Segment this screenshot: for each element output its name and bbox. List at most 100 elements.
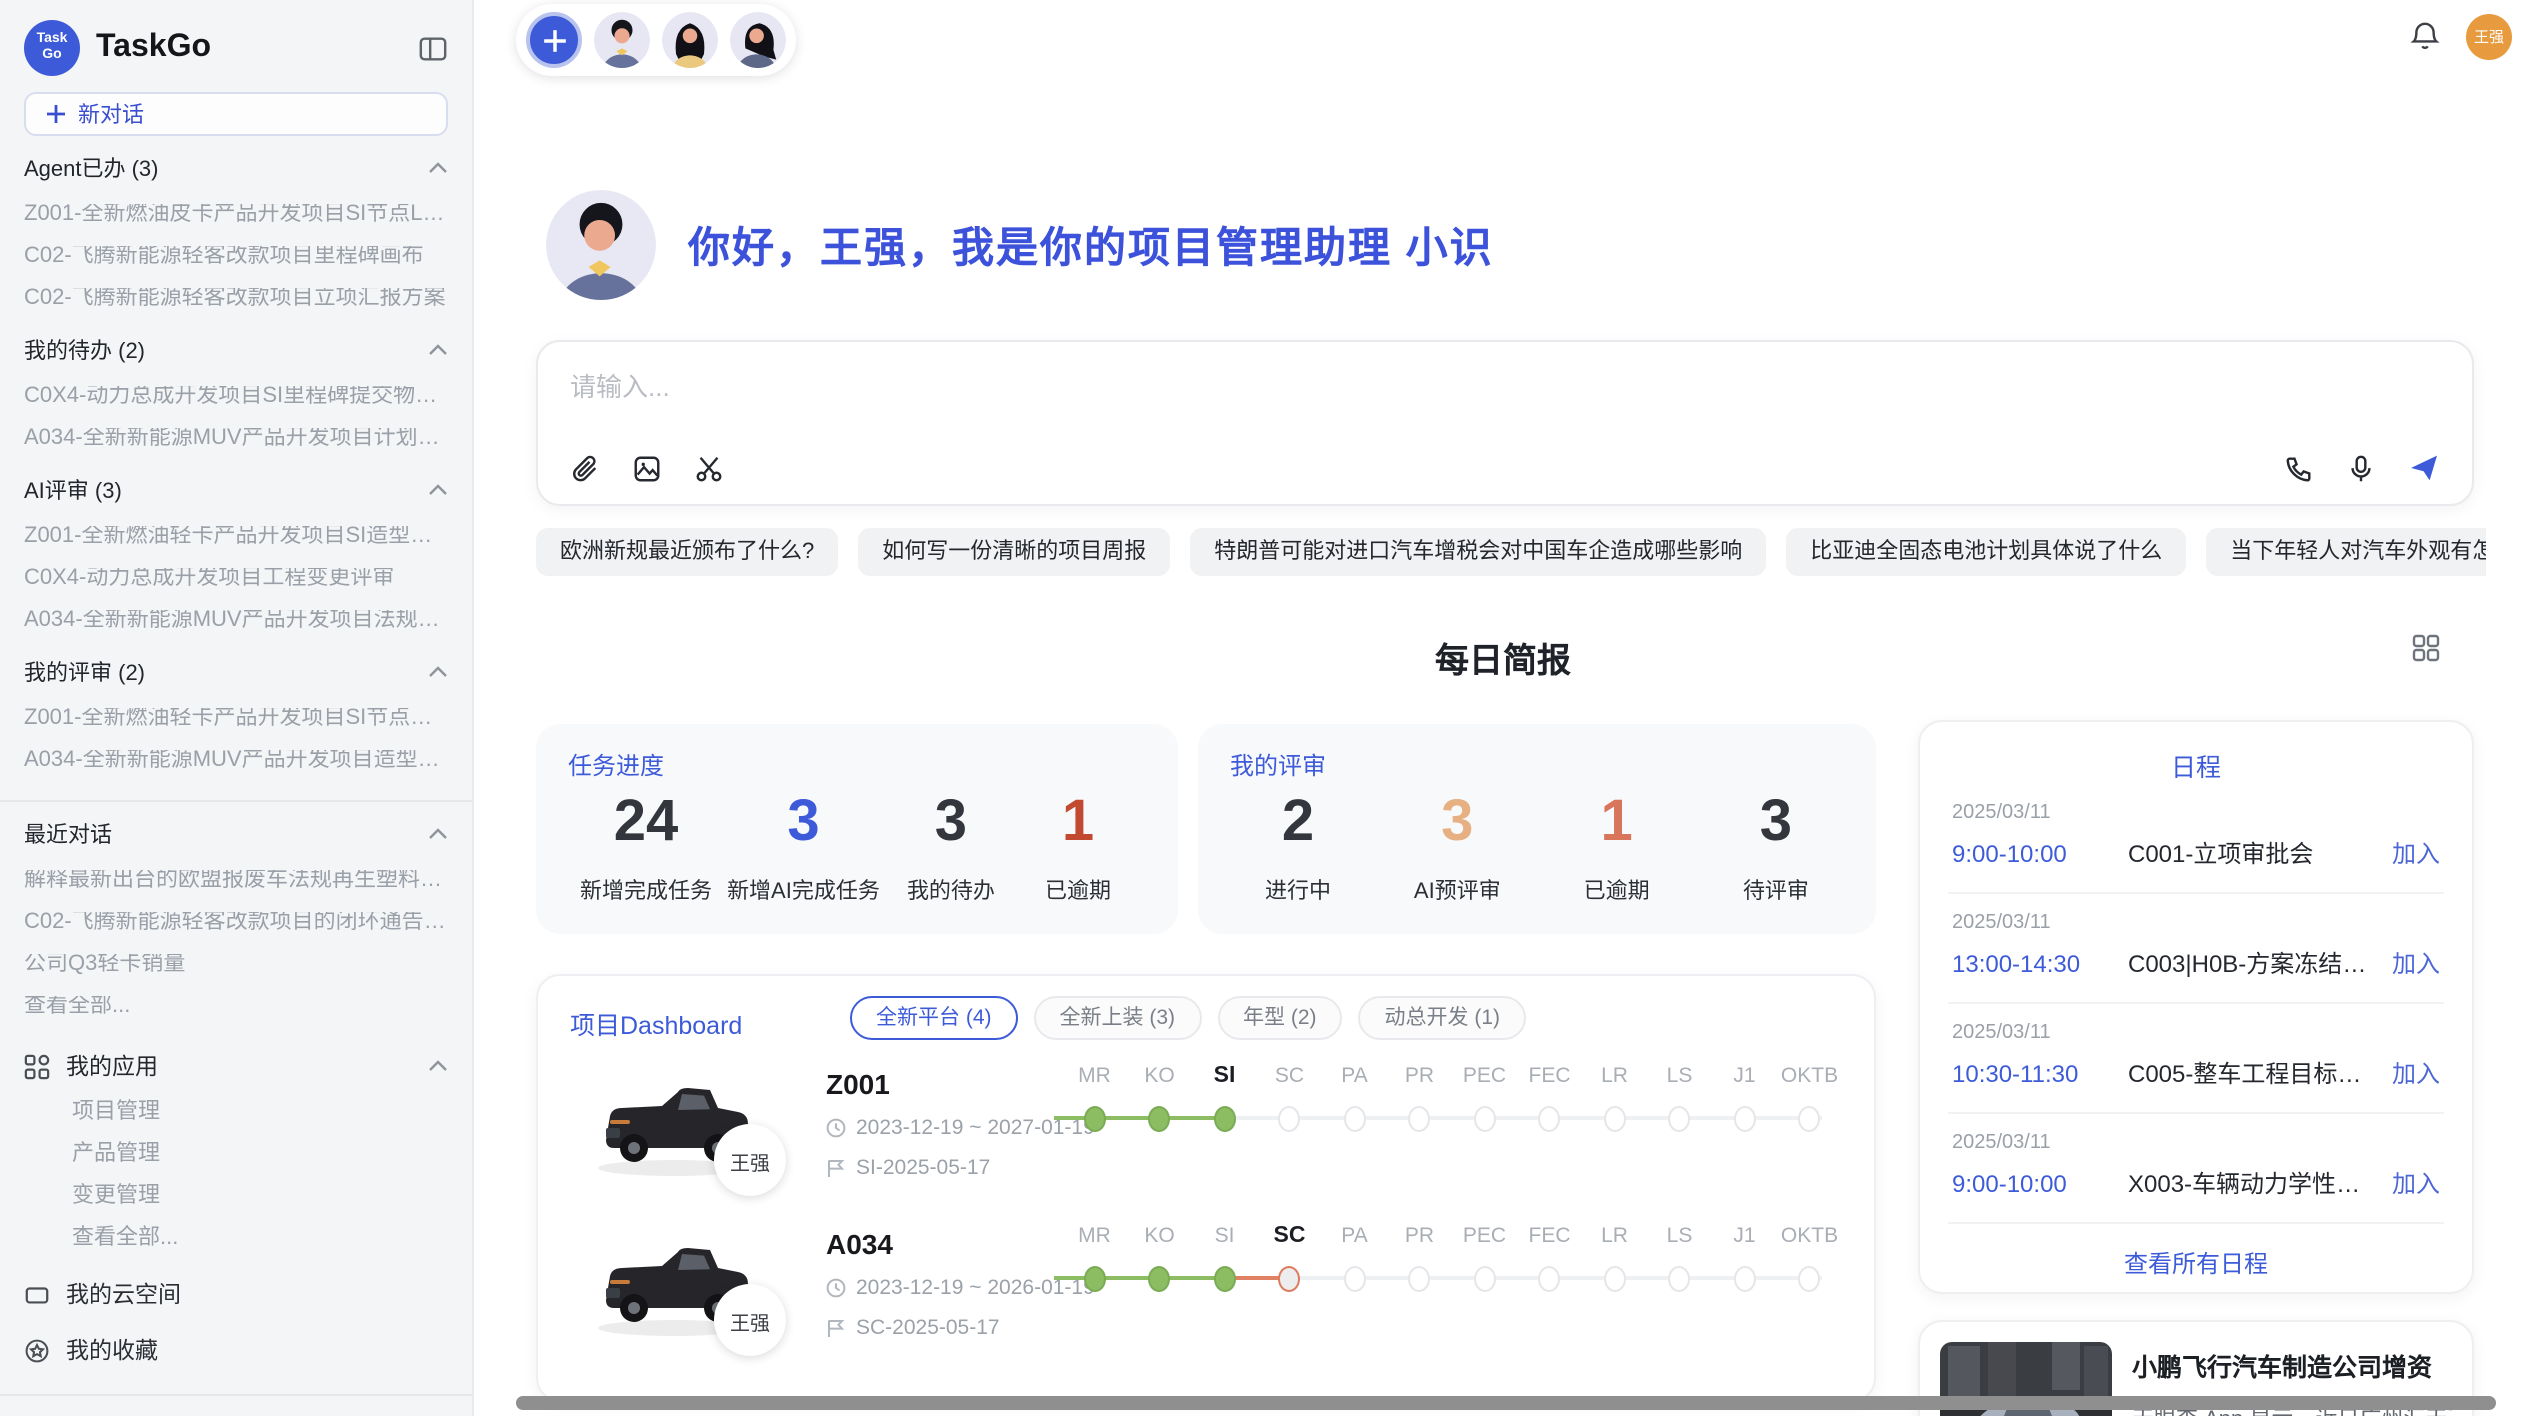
- agent-avatar-1[interactable]: [594, 12, 650, 68]
- collapse-sidebar-icon[interactable]: [418, 33, 448, 63]
- project-row-z001[interactable]: 王强 Z001 2023-12-19 ~ 2027-01-19 SI-2025-…: [570, 1060, 1850, 1216]
- suggestion-chip[interactable]: 当下年轻人对汽车外观有怎样的喜好趋势: [2206, 528, 2486, 576]
- sidebar-item[interactable]: C02-飞腾新能源轻客改款项目里程碑画布: [24, 246, 448, 268]
- notification-bell-icon[interactable]: [2410, 20, 2440, 52]
- milestone-dot: [1799, 1105, 1821, 1131]
- schedule-name: C005-整车工程目标评审: [2128, 1056, 2376, 1090]
- milestone-dot: [1344, 1105, 1366, 1131]
- milestone-dot: [1734, 1265, 1756, 1291]
- new-chat-button[interactable]: 新对话: [24, 92, 448, 136]
- suggestion-chip[interactable]: 特朗普可能对进口汽车增税会对中国车企造成哪些影响: [1190, 528, 1766, 576]
- milestone-dot-done: [1084, 1105, 1106, 1131]
- schedule-time: 9:00-10:00: [1952, 1169, 2128, 1197]
- assistant-avatar: [546, 190, 656, 300]
- milestone-dot: [1279, 1105, 1301, 1131]
- milestone-label: SC: [1257, 1064, 1322, 1088]
- stat-label: 已逾期: [1022, 874, 1134, 906]
- app-item-view-all[interactable]: 查看全部...: [72, 1228, 448, 1250]
- microphone-icon[interactable]: [2346, 453, 2376, 483]
- layout-grid-icon[interactable]: [2412, 634, 2440, 662]
- app-item-product-mgmt[interactable]: 产品管理: [72, 1144, 448, 1166]
- join-link[interactable]: 加入: [2392, 1056, 2440, 1090]
- sidebar-item[interactable]: A034-全新新能源MUV产品开发项目法规符合性评审: [24, 610, 448, 632]
- news-title: 小鹏飞行汽车制造公司增资: [2132, 1346, 2452, 1384]
- stat-label: AI预评审: [1401, 874, 1513, 906]
- join-link[interactable]: 加入: [2392, 1166, 2440, 1200]
- stat-value: 1: [1022, 790, 1134, 856]
- app-logo: Task Go: [24, 20, 80, 76]
- chevron-up-icon[interactable]: [428, 828, 448, 840]
- suggestion-chip[interactable]: 比亚迪全固态电池计划具体说了什么: [1786, 528, 2186, 576]
- section-my-apps[interactable]: 我的应用: [24, 1050, 448, 1082]
- sidebar-item[interactable]: C0X4-动力总成开发项目SI里程碑提交物检查: [24, 386, 448, 408]
- user-avatar[interactable]: 王强: [2466, 14, 2512, 60]
- grid-icon: [24, 1053, 50, 1079]
- tab-all-new-platform[interactable]: 全新平台 (4): [850, 996, 1018, 1040]
- sidebar-item[interactable]: A034-全新新能源MUV产品开发项目计划变更表编写: [24, 428, 448, 450]
- sidebar-item[interactable]: C02-飞腾新能源轻客改款项目立项汇报方案: [24, 288, 448, 310]
- sidebar-item[interactable]: C0X4-动力总成开发项目工程变更评审: [24, 568, 448, 590]
- agent-avatar-3[interactable]: [730, 12, 786, 68]
- milestone-label: FEC: [1517, 1224, 1582, 1248]
- chevron-up-icon[interactable]: [428, 484, 448, 496]
- milestone-label: KO: [1127, 1224, 1192, 1248]
- view-all-schedule-link[interactable]: 查看所有日程: [1948, 1224, 2444, 1302]
- chat-input[interactable]: [570, 366, 1770, 426]
- section-ai-review: AI评审 (3): [24, 474, 448, 506]
- sidebar-item-cloud-space[interactable]: 我的云空间: [24, 1278, 448, 1310]
- stat-review-overdue: 1 已逾期: [1561, 790, 1673, 906]
- phone-icon[interactable]: [2284, 453, 2314, 483]
- star-badge-icon: [24, 1337, 50, 1363]
- recent-chat-view-all[interactable]: 查看全部...: [24, 996, 448, 1018]
- sidebar-item[interactable]: Z001-全新燃油轻卡产品开发项目SI造型提交物评审: [24, 526, 448, 548]
- suggestion-chip[interactable]: 如何写一份清晰的项目周报: [858, 528, 1170, 576]
- sidebar-item[interactable]: A034-全新新能源MUV产品开发项目造型可行性评审: [24, 750, 448, 772]
- tab-year-model[interactable]: 年型 (2): [1217, 996, 1343, 1040]
- agent-avatar-2[interactable]: [662, 12, 718, 68]
- join-link[interactable]: 加入: [2392, 836, 2440, 870]
- task-progress-card: 任务进度 24 新增完成任务 3 新增AI完成任务 3 我的待办 1 已逾期: [536, 724, 1178, 934]
- sidebar-item[interactable]: Z001-全新燃油轻卡产品开发项目SI节点属性5D文件评审: [24, 708, 448, 730]
- horizontal-scrollbar[interactable]: [516, 1396, 2496, 1410]
- tab-new-body[interactable]: 全新上装 (3): [1034, 996, 1202, 1040]
- section-title: Agent已办 (3): [24, 152, 159, 184]
- milestone-dot: [1604, 1105, 1626, 1131]
- recent-chat-item[interactable]: 解释最新出台的欧盟报废车法规再生塑料比例被调至15%...: [24, 870, 448, 892]
- schedule-date: 2025/03/11: [1952, 1132, 2440, 1154]
- add-agent-button[interactable]: [526, 12, 582, 68]
- milestone-dot: [1474, 1105, 1496, 1131]
- milestone-track: MR KO SI SC PA PR PEC FEC LR LS J1 OKTB: [1062, 1224, 1842, 1298]
- chevron-up-icon[interactable]: [428, 344, 448, 356]
- owner-name: 王强: [730, 1305, 770, 1335]
- milestone-label: PA: [1322, 1224, 1387, 1248]
- chevron-up-icon[interactable]: [428, 1060, 448, 1072]
- stat-label: 待评审: [1720, 874, 1832, 906]
- chevron-up-icon[interactable]: [428, 666, 448, 678]
- join-link[interactable]: 加入: [2392, 946, 2440, 980]
- recent-chat-item[interactable]: 公司Q3轻卡销量: [24, 954, 448, 976]
- project-row-a034[interactable]: 王强 A034 2023-12-19 ~ 2026-01-19 SC-2025-…: [570, 1220, 1850, 1376]
- sidebar-item-favorites[interactable]: 我的收藏: [24, 1334, 448, 1366]
- milestone-dot-done: [1214, 1265, 1236, 1291]
- sidebar-divider: [0, 1394, 472, 1396]
- scissors-icon[interactable]: [694, 454, 724, 484]
- input-right-tools: [2284, 452, 2440, 484]
- sidebar-item[interactable]: Z001-全新燃油皮卡产品开发项目SI节点Lesson Learn报告: [24, 204, 448, 226]
- app-item-project-mgmt[interactable]: 项目管理: [72, 1102, 448, 1124]
- milestone-label: J1: [1712, 1064, 1777, 1088]
- suggestion-chip[interactable]: 欧洲新规最近颁布了什么?: [536, 528, 838, 576]
- chat-input-card: [536, 340, 2474, 506]
- schedule-item: 2025/03/11 10:30-11:30 C005-整车工程目标评审 加入: [1948, 1004, 2444, 1114]
- section-my-todo: 我的待办 (2): [24, 334, 448, 366]
- app-item-change-mgmt[interactable]: 变更管理: [72, 1186, 448, 1208]
- chevron-up-icon[interactable]: [428, 162, 448, 174]
- input-left-tools: [570, 454, 724, 484]
- milestone-track: MR KO SI SC PA PR PEC FEC LR LS J1 OKTB: [1062, 1064, 1842, 1138]
- milestone-dot: [1409, 1105, 1431, 1131]
- recent-chat-item[interactable]: C02-飞腾新能源轻客改款项目的闭环通告反馈情况: [24, 912, 448, 934]
- tab-powertrain-dev[interactable]: 动总开发 (1): [1359, 996, 1527, 1040]
- attachment-icon[interactable]: [570, 454, 600, 484]
- image-icon[interactable]: [632, 454, 662, 484]
- milestone-dot: [1734, 1105, 1756, 1131]
- send-icon[interactable]: [2408, 452, 2440, 484]
